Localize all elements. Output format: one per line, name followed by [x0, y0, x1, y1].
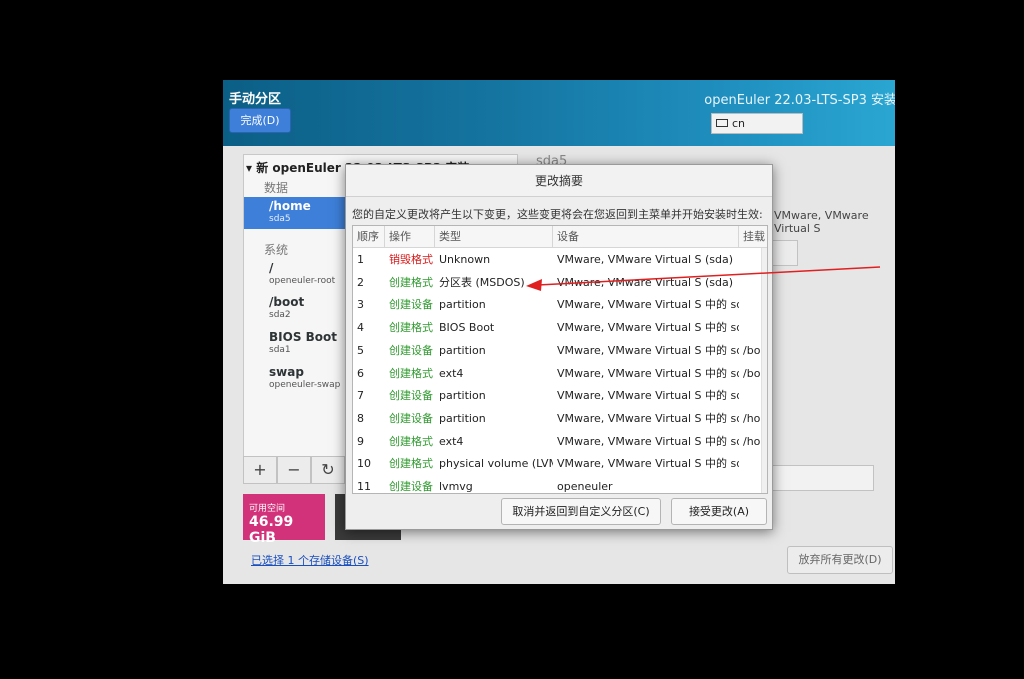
table-row[interactable]: 8 创建设备 partition VMware, VMware Virtual S 中…	[353, 408, 767, 431]
cell-action: 创建设备	[389, 411, 433, 425]
cell-action: 创建格式	[389, 275, 433, 289]
column-order[interactable]: 顺序	[353, 226, 385, 248]
cell-action: 创建设备	[389, 389, 433, 403]
mount-item-name: BIOS Boot	[269, 330, 338, 344]
partition-device-label: VMware, VMware Virtual S	[774, 209, 869, 235]
cell-device: VMware, VMware Virtual S 中的 sda5	[557, 411, 739, 425]
mount-item-device: openeuler-swap	[269, 380, 341, 390]
keyboard-layout-label: cn	[732, 117, 746, 130]
available-space-box: 可用空间 46.99 GiB	[243, 494, 325, 546]
dialog-title: 更改摘要	[346, 165, 772, 197]
cell-type: 分区表 (MSDOS)	[439, 275, 525, 289]
cell-action: 创建格式	[389, 321, 433, 335]
column-type[interactable]: 类型	[435, 226, 553, 248]
cell-device: VMware, VMware Virtual S 中的 sda3	[557, 389, 739, 403]
mount-item-device: sda2	[269, 310, 291, 320]
cell-order: 2	[357, 275, 364, 289]
cell-action: 创建设备	[389, 298, 433, 312]
cell-device: VMware, VMware Virtual S 中的 sda5	[557, 434, 739, 448]
table-row[interactable]: 9 创建格式 ext4 VMware, VMware Virtual S 中的 sda…	[353, 431, 767, 454]
selected-storage-link[interactable]: 已选择 1 个存储设备(S)	[251, 552, 369, 568]
page-title: 手动分区	[229, 92, 282, 107]
cell-device: VMware, VMware Virtual S (sda)	[557, 275, 734, 289]
cell-order: 1	[357, 253, 364, 266]
cell-order: 11	[357, 480, 371, 493]
keyboard-layout-indicator[interactable]: cn	[711, 113, 803, 134]
table-scrollbar[interactable]	[761, 248, 767, 493]
cell-order: 3	[357, 298, 364, 312]
cell-device: VMware, VMware Virtual S 中的 sda2	[557, 343, 739, 357]
cell-type: physical volume (LVM)	[439, 457, 553, 471]
mount-item-name: /boot	[269, 295, 305, 309]
cell-action: 创建格式	[389, 434, 433, 448]
group-label-system: 系统	[264, 243, 289, 257]
table-header: 顺序 操作 类型 设备 挂载	[353, 226, 767, 248]
discard-changes-button[interactable]: 放弃所有更改(D)	[787, 546, 893, 574]
available-space-value: 46.99 GiB	[249, 514, 294, 546]
done-button[interactable]: 完成(D)	[229, 108, 291, 133]
cell-order: 8	[357, 411, 364, 425]
table-row[interactable]: 5 创建设备 partition VMware, VMware Virtual S 中…	[353, 340, 767, 363]
cell-device: VMware, VMware Virtual S 中的 sda2	[557, 366, 739, 380]
cell-order: 9	[357, 434, 364, 448]
cell-action: 销毁格式	[389, 253, 433, 266]
cell-order: 6	[357, 366, 364, 380]
cell-action: 创建格式	[389, 366, 433, 380]
remove-partition-button[interactable]: −	[277, 456, 311, 484]
cell-action: 创建设备	[389, 480, 433, 493]
cell-type: ext4	[439, 366, 464, 380]
keyboard-icon	[716, 119, 728, 127]
table-row[interactable]: 2 创建格式 分区表 (MSDOS) VMware, VMware Virtual S…	[353, 272, 767, 295]
cell-device: VMware, VMware Virtual S (sda)	[557, 253, 734, 266]
table-row[interactable]: 4 创建格式 BIOS Boot VMware, VMware Virtual S 中…	[353, 317, 767, 340]
refresh-icon[interactable]: ↻	[311, 456, 345, 484]
cell-device: VMware, VMware Virtual S 中的 sda1	[557, 321, 739, 335]
header-bar: 手动分区 完成(D) openEuler 22.03-LTS-SP3 安装 cn	[223, 80, 895, 146]
mount-item-device: sda1	[269, 345, 291, 355]
cell-type: partition	[439, 298, 486, 312]
cell-device: VMware, VMware Virtual S 中的 sda1	[557, 298, 739, 312]
cell-type: Unknown	[439, 253, 491, 266]
table-row[interactable]: 3 创建设备 partition VMware, VMware Virtual S 中…	[353, 294, 767, 317]
column-mount[interactable]: 挂载	[739, 226, 767, 248]
accept-changes-button[interactable]: 接受更改(A)	[671, 498, 767, 525]
mount-item-name: /home	[269, 199, 311, 213]
column-device[interactable]: 设备	[553, 226, 739, 248]
cell-type: partition	[439, 343, 486, 357]
summary-of-changes-dialog: 更改摘要 您的自定义更改将产生以下变更，这些变更将会在您返回到主菜单并开始安装时…	[345, 164, 773, 530]
add-partition-button[interactable]: +	[243, 456, 277, 484]
table-row[interactable]: 10 创建格式 physical volume (LVM) VMware, VMwar…	[353, 453, 767, 476]
group-label-data: 数据	[264, 181, 289, 195]
column-action[interactable]: 操作	[385, 226, 435, 248]
cell-device: openeuler	[557, 480, 613, 493]
cell-order: 4	[357, 321, 364, 335]
mount-item-device: sda5	[269, 214, 291, 224]
cell-type: ext4	[439, 434, 464, 448]
cell-order: 5	[357, 343, 364, 357]
table-row[interactable]: 7 创建设备 partition VMware, VMware Virtual S 中…	[353, 385, 767, 408]
table-row[interactable]: 11 创建设备 lvmvg openeuler	[353, 476, 767, 493]
table-row[interactable]: 1 销毁格式 Unknown VMware, VMware Virtual S (sd…	[353, 249, 767, 272]
cell-type: BIOS Boot	[439, 321, 495, 335]
cell-action: 创建格式	[389, 457, 433, 471]
cell-order: 10	[357, 457, 371, 471]
cell-order: 7	[357, 389, 364, 403]
partition-detail-field[interactable]	[768, 465, 874, 491]
cell-type: partition	[439, 411, 486, 425]
product-title: openEuler 22.03-LTS-SP3 安装	[704, 93, 895, 108]
mount-item-name: swap	[269, 365, 304, 379]
mount-item-name: /	[269, 261, 274, 275]
table-row[interactable]: 6 创建格式 ext4 VMware, VMware Virtual S 中的 sda…	[353, 363, 767, 386]
changes-table: 顺序 操作 类型 设备 挂载 1 销毁格式 Unknown VMware, VMwar…	[352, 225, 768, 494]
mount-item-device: openeuler-root	[269, 276, 336, 286]
dialog-message: 您的自定义更改将产生以下变更，这些变更将会在您返回到主菜单并开始安装时生效:	[352, 208, 763, 221]
cell-action: 创建设备	[389, 343, 433, 357]
available-space-label: 可用空间	[249, 504, 286, 514]
cell-type: partition	[439, 389, 486, 403]
cell-type: lvmvg	[439, 480, 473, 493]
cell-device: VMware, VMware Virtual S 中的 sda3	[557, 457, 739, 471]
cancel-return-button[interactable]: 取消并返回到自定义分区(C)	[501, 498, 661, 525]
